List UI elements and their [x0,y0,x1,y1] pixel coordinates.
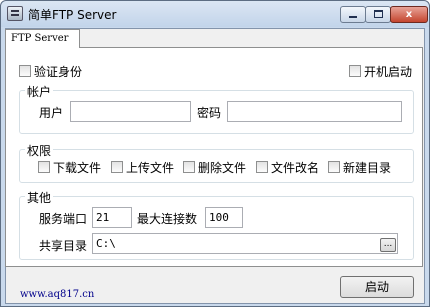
checkbox-box[interactable] [256,161,268,173]
minimize-button[interactable] [340,6,366,23]
max-connections-input[interactable] [205,207,243,228]
password-input[interactable] [227,101,402,122]
max-connections-label: 最大连接数 [137,212,198,226]
perm-delete-checkbox[interactable]: 删除文件 [183,159,246,175]
app-icon [7,6,23,21]
perm-mkdir-label: 新建目录 [343,160,392,175]
user-input[interactable] [70,101,191,122]
tab-ftp-server[interactable]: FTP Server [5,29,80,48]
minimize-icon [349,16,357,18]
title-bar[interactable]: 简单FTP Server x [1,1,429,27]
checkbox-box[interactable] [19,65,31,77]
autostart-label: 开机启动 [364,64,413,79]
other-legend: 其他 [25,189,54,206]
website-link[interactable]: www.aq817.cn [20,289,94,300]
maximize-icon [373,10,383,18]
ellipsis-icon: ... [383,239,393,249]
share-dir-label: 共享目录 [39,239,88,253]
autostart-checkbox[interactable]: 开机启动 [349,63,412,79]
window-title: 简单FTP Server [28,8,117,22]
password-label: 密码 [197,106,222,120]
close-icon: x [405,9,413,20]
checkbox-box[interactable] [183,161,195,173]
checkbox-box[interactable] [111,161,123,173]
port-input[interactable] [92,207,132,228]
browse-button[interactable]: ... [380,238,396,252]
perm-delete-label: 删除文件 [198,160,247,175]
close-button[interactable]: x [390,6,428,23]
start-button[interactable]: 启动 [340,276,414,298]
checkbox-box[interactable] [328,161,340,173]
tab-label: FTP Server [11,33,69,44]
perm-mkdir-checkbox[interactable]: 新建目录 [328,159,391,175]
perm-download-label: 下载文件 [53,160,102,175]
verify-identity-checkbox[interactable]: 验证身份 [19,63,82,79]
user-label: 用户 [39,106,64,120]
perm-upload-label: 上传文件 [126,160,175,175]
verify-identity-label: 验证身份 [34,64,83,79]
perm-download-checkbox[interactable]: 下载文件 [38,159,101,175]
account-legend: 帐户 [25,83,54,100]
perm-upload-checkbox[interactable]: 上传文件 [111,159,174,175]
checkbox-box[interactable] [349,65,361,77]
checkbox-box[interactable] [38,161,50,173]
share-dir-input[interactable] [92,233,398,254]
perm-rename-checkbox[interactable]: 文件改名 [256,159,319,175]
perm-rename-label: 文件改名 [271,160,320,175]
permissions-legend: 权限 [25,142,54,159]
maximize-button[interactable] [365,6,391,23]
port-label: 服务端口 [39,212,88,226]
